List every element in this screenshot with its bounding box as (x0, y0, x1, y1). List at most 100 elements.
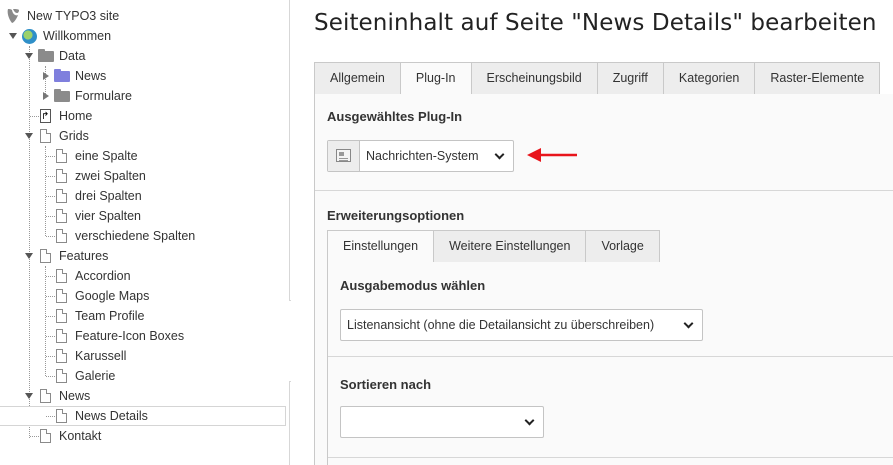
tree-item-label: News Details (75, 409, 148, 423)
tree-item-label: Feature-Icon Boxes (75, 329, 185, 343)
output-mode-select[interactable]: Listenansicht (ohne die Detailansicht zu… (340, 309, 703, 341)
tree-item-news-page[interactable]: News (0, 386, 286, 406)
tree-item-vier-spalten[interactable]: vier Spalten (0, 206, 286, 226)
tree-item-drei-spalten[interactable]: drei Spalten (0, 186, 286, 206)
tree-item-label: Galerie (75, 369, 116, 383)
tree-item-google-maps[interactable]: Google Maps (0, 286, 286, 306)
page-icon (56, 309, 67, 323)
tree-item-zwei-spalten[interactable]: zwei Spalten (0, 166, 286, 186)
tree-guide-line (46, 156, 55, 157)
page-icon (56, 149, 67, 163)
page-icon (56, 269, 67, 283)
tree-item-label: drei Spalten (75, 189, 142, 203)
collapse-icon[interactable] (25, 53, 33, 59)
tab-vorlage[interactable]: Vorlage (585, 230, 660, 262)
tree-item-label: Accordion (75, 269, 131, 283)
tree-item-label: Willkommen (43, 29, 112, 43)
tree-item-grids[interactable]: Grids (0, 126, 286, 146)
page-icon (40, 389, 51, 403)
page-icon (40, 129, 51, 143)
tree-item-team-profile[interactable]: Team Profile (0, 306, 286, 326)
tab-einstellungen[interactable]: Einstellungen (327, 230, 435, 263)
tree-guide-line (46, 176, 55, 177)
chevron-down-icon (683, 318, 694, 329)
collapse-icon[interactable] (25, 393, 33, 399)
page-icon (56, 289, 67, 303)
tree-item-verschiedene-spalten[interactable]: verschiedene Spalten (0, 226, 286, 246)
sort-by-select[interactable] (340, 406, 544, 438)
tree-item-home[interactable]: Home (0, 106, 286, 127)
tree-item-label: New TYPO3 site (27, 9, 120, 23)
page-icon (56, 329, 67, 343)
tab-zugriff[interactable]: Zugriff (596, 62, 664, 94)
tree-guide-line (30, 436, 39, 437)
main-tabbar: Allgemein Plug-In Erscheinungsbild Zugri… (314, 62, 893, 95)
tree-item-karussell[interactable]: Karussell (0, 346, 286, 366)
tree-item-label: zwei Spalten (75, 169, 146, 183)
typo3-logo-icon (7, 9, 19, 23)
tab-allgemein[interactable]: Allgemein (314, 62, 401, 94)
tab-weitere-einstellungen[interactable]: Weitere Einstellungen (433, 230, 587, 262)
collapse-icon[interactable] (9, 33, 17, 39)
plugin-select-value: Nachrichten-System (366, 149, 479, 163)
tree-item-label: Formulare (75, 89, 132, 103)
page-icon (40, 429, 51, 443)
plugin-select[interactable]: Nachrichten-System (327, 140, 514, 172)
expand-icon[interactable] (43, 72, 49, 80)
tab-erscheinungsbild[interactable]: Erscheinungsbild (470, 62, 598, 94)
tree-item-feature-icon-boxes[interactable]: Feature-Icon Boxes (0, 326, 286, 346)
shortcut-page-icon (40, 107, 51, 127)
chevron-down-icon (494, 149, 505, 160)
plugin-select-addon (328, 141, 360, 171)
annotation-arrow-icon (527, 148, 577, 162)
folder-icon (54, 89, 70, 102)
page-icon (40, 249, 51, 263)
page-icon (56, 369, 67, 383)
tree-item-label: Kontakt (59, 429, 102, 443)
tree-guide-line (46, 296, 55, 297)
tree-guide-line (46, 356, 55, 357)
tree-guide-line (46, 236, 55, 237)
output-mode-label: Ausgabemodus wählen (340, 278, 486, 293)
tree-item-kontakt[interactable]: Kontakt (0, 426, 286, 446)
tree-guide-line (46, 216, 55, 217)
output-mode-value: Listenansicht (ohne die Detailansicht zu… (347, 318, 655, 332)
tree-item-galerie[interactable]: Galerie (0, 366, 286, 386)
tree-item-formulare[interactable]: Formulare (0, 86, 286, 106)
tree-guide-line (46, 196, 55, 197)
tree-item-label: verschiedene Spalten (75, 229, 196, 243)
tree-guide-line (46, 416, 55, 417)
page-icon (56, 409, 67, 423)
tree-item-news-details[interactable]: News Details (0, 406, 286, 426)
section-divider (328, 457, 893, 458)
expand-icon[interactable] (43, 92, 49, 100)
extension-options-heading: Erweiterungsoptionen (327, 208, 465, 223)
tree-guide-line (46, 376, 55, 377)
tree-item-eine-spalte[interactable]: eine Spalte (0, 146, 286, 166)
chevron-down-icon (524, 415, 535, 426)
globe-icon (22, 29, 37, 44)
tree-guide-line (46, 276, 55, 277)
tree-item-label: Karussell (75, 349, 127, 363)
tree-item-label: Grids (59, 129, 89, 143)
page-title: Seiteninhalt auf Seite "News Details" be… (314, 10, 877, 36)
collapse-icon[interactable] (25, 253, 33, 259)
collapse-icon[interactable] (25, 133, 33, 139)
page-tree: New TYPO3 site Willkommen Data News Form… (0, 0, 290, 465)
plugin-tab-panel: Ausgewähltes Plug-In Nachrichten-System … (314, 94, 893, 465)
section-divider (315, 190, 893, 191)
tree-item-root[interactable]: New TYPO3 site (0, 6, 286, 26)
tree-guide-line (30, 116, 39, 117)
tree-item-accordion[interactable]: Accordion (0, 266, 286, 286)
tab-raster-elemente[interactable]: Raster-Elemente (754, 62, 881, 94)
tree-item-data[interactable]: Data (0, 46, 286, 66)
tree-item-news-folder[interactable]: News (0, 66, 286, 86)
tab-kategorien[interactable]: Kategorien (662, 62, 756, 94)
tab-plug-in[interactable]: Plug-In (399, 62, 472, 95)
section-divider (328, 356, 893, 357)
page-icon (56, 209, 67, 223)
page-icon (56, 189, 67, 203)
tree-item-willkommen[interactable]: Willkommen (0, 26, 286, 46)
tree-guide-line (46, 336, 55, 337)
tree-item-features[interactable]: Features (0, 246, 286, 266)
